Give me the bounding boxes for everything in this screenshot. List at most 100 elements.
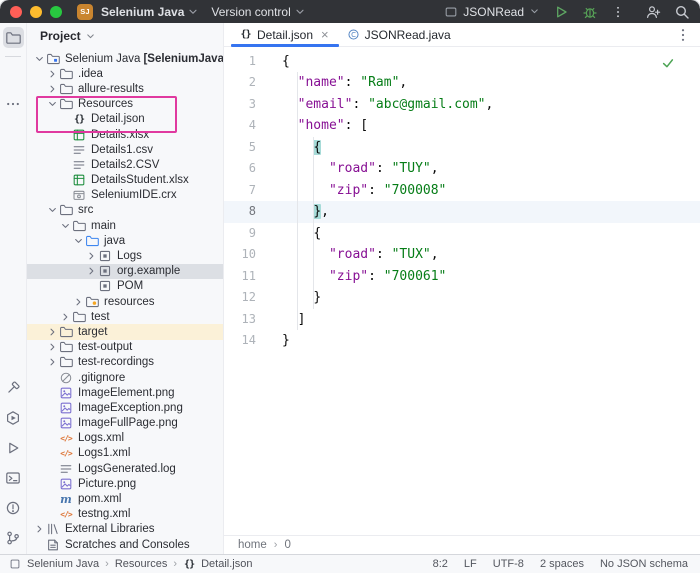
line-number[interactable]: 6 — [224, 158, 272, 180]
tab-detail-json[interactable]: {}Detail.json× — [231, 23, 339, 46]
line-number[interactable]: 3 — [224, 94, 272, 116]
project-menu[interactable]: Selenium Java — [101, 5, 199, 19]
code-line-6[interactable]: 6 "road": "TUY", — [224, 158, 700, 180]
tree-item-java[interactable]: java — [27, 233, 223, 248]
tree-item-detailsstudent-xlsx[interactable]: DetailsStudent.xlsx — [27, 173, 223, 188]
tree-item-test-output[interactable]: test-output — [27, 340, 223, 355]
problems-tool-button[interactable] — [3, 497, 24, 518]
project-panel-header[interactable]: Project — [27, 23, 223, 49]
statusbar-breadcrumb-resources[interactable]: Resources — [115, 558, 168, 570]
tree-item-test-recordings[interactable]: test-recordings — [27, 355, 223, 370]
close-window-button[interactable] — [10, 6, 22, 18]
run-button[interactable] — [553, 4, 569, 20]
statusbar-widget-utf-8[interactable]: UTF-8 — [493, 558, 524, 570]
project-tool-button[interactable] — [3, 27, 24, 48]
chevron-down-icon[interactable] — [46, 204, 59, 216]
code-line-9[interactable]: 9 { — [224, 223, 700, 245]
statusbar-widget-2-spaces[interactable]: 2 spaces — [540, 558, 584, 570]
statusbar-widget-no-json-schema[interactable]: No JSON schema — [600, 558, 688, 570]
tree-item-picture-png[interactable]: Picture.png — [27, 476, 223, 491]
code-line-12[interactable]: 12 } — [224, 287, 700, 309]
more-actions-button[interactable] — [611, 4, 625, 20]
tree-item-scratches-and-consoles[interactable]: Scratches and Consoles — [27, 537, 223, 552]
build-tool-button[interactable] — [3, 377, 24, 398]
code-line-7[interactable]: 7 "zip": "700008" — [224, 180, 700, 202]
line-number[interactable]: 1 — [224, 51, 272, 73]
tree-item-imageexception-png[interactable]: ImageException.png — [27, 400, 223, 415]
version-control-tool-button[interactable] — [3, 527, 24, 548]
chevron-right-icon[interactable] — [46, 356, 59, 368]
statusbar-widget-8-2[interactable]: 8:2 — [433, 558, 448, 570]
tree-item-src[interactable]: src — [27, 203, 223, 218]
line-number[interactable]: 11 — [224, 266, 272, 288]
tree-item-details1-csv[interactable]: Details1.csv — [27, 142, 223, 157]
editor-options-button[interactable] — [675, 27, 691, 43]
code-line-1[interactable]: 1{ — [224, 51, 700, 73]
tab-jsonread-java[interactable]: CJSONRead.java — [339, 23, 461, 46]
chevron-right-icon[interactable] — [59, 311, 72, 323]
line-number[interactable]: 4 — [224, 115, 272, 137]
tree-item-resources[interactable]: resources — [27, 294, 223, 309]
tree-item-main[interactable]: main — [27, 218, 223, 233]
code-with-me-button[interactable] — [645, 4, 661, 20]
inspections-ok-icon[interactable] — [661, 56, 675, 70]
close-tab-icon[interactable]: × — [321, 28, 329, 41]
chevron-right-icon[interactable] — [46, 326, 59, 338]
run-tool-button[interactable] — [3, 437, 24, 458]
services-tool-button[interactable] — [3, 407, 24, 428]
chevron-right-icon[interactable] — [72, 296, 85, 308]
code-line-4[interactable]: 4 "home": [ — [224, 115, 700, 137]
line-number[interactable]: 2 — [224, 72, 272, 94]
tree-item-org-example[interactable]: org.example — [27, 264, 223, 279]
structure-tool-button[interactable] — [3, 65, 24, 86]
tree-item-logs1-xml[interactable]: </>Logs1.xml — [27, 446, 223, 461]
breadcrumb-home[interactable]: home — [238, 539, 267, 551]
chevron-down-icon[interactable] — [59, 220, 72, 232]
tree-item-logs[interactable]: Logs — [27, 248, 223, 263]
chevron-right-icon[interactable] — [85, 250, 98, 262]
statusbar-widget-lf[interactable]: LF — [464, 558, 477, 570]
chevron-down-icon[interactable] — [72, 235, 85, 247]
breadcrumb-0[interactable]: 0 — [284, 539, 290, 551]
code-line-5[interactable]: 5 { — [224, 137, 700, 159]
line-number[interactable]: 13 — [224, 309, 272, 331]
tree-item-pom-xml[interactable]: mpom.xml — [27, 491, 223, 506]
chevron-right-icon[interactable] — [85, 265, 98, 277]
chevron-right-icon[interactable] — [33, 523, 46, 535]
line-number[interactable]: 5 — [224, 137, 272, 159]
line-number[interactable]: 12 — [224, 287, 272, 309]
line-number[interactable]: 7 — [224, 180, 272, 202]
statusbar-breadcrumb-detail-json[interactable]: Detail.json — [201, 558, 252, 570]
chevron-right-icon[interactable] — [46, 68, 59, 80]
code-line-3[interactable]: 3 "email": "abc@gmail.com", — [224, 94, 700, 116]
code-line-2[interactable]: 2 "name": "Ram", — [224, 72, 700, 94]
code-line-13[interactable]: 13 ] — [224, 309, 700, 331]
code-line-14[interactable]: 14} — [224, 330, 700, 352]
chevron-down-icon[interactable] — [33, 53, 46, 65]
code-editor[interactable]: 1{2 "name": "Ram",3 "email": "abc@gmail.… — [224, 47, 700, 535]
line-number[interactable]: 8 — [224, 201, 272, 223]
code-line-10[interactable]: 10 "road": "TUX", — [224, 244, 700, 266]
tree-item-imagefullpage-png[interactable]: ImageFullPage.png — [27, 416, 223, 431]
chevron-right-icon[interactable] — [46, 341, 59, 353]
tree-item-pom[interactable]: POM — [27, 279, 223, 294]
code-line-8[interactable]: 8 }, — [224, 201, 700, 223]
debug-button[interactable] — [582, 4, 598, 20]
tree-item-details-xlsx[interactable]: Details.xlsx — [27, 127, 223, 142]
line-number[interactable]: 10 — [224, 244, 272, 266]
terminal-tool-button[interactable] — [3, 467, 24, 488]
more-tool-windows-button[interactable] — [3, 93, 24, 114]
tree-item-gitignore[interactable]: .gitignore — [27, 370, 223, 385]
chevron-right-icon[interactable] — [46, 83, 59, 95]
tree-item-logs-xml[interactable]: </>Logs.xml — [27, 431, 223, 446]
tree-item-target[interactable]: target — [27, 324, 223, 339]
tree-item-logsgenerated-log[interactable]: LogsGenerated.log — [27, 461, 223, 476]
run-configuration-selector[interactable]: JSONRead — [444, 5, 540, 19]
tree-item-idea[interactable]: .idea — [27, 66, 223, 81]
tree-item-details2-csv[interactable]: Details2.CSV — [27, 157, 223, 172]
tree-item-detail-json[interactable]: {}Detail.json — [27, 112, 223, 127]
tree-item-seleniumide-crx[interactable]: SeleniumIDE.crx — [27, 188, 223, 203]
search-everywhere-button[interactable] — [674, 4, 690, 20]
tree-item-external-libraries[interactable]: External Libraries — [27, 522, 223, 537]
tree-item-testng-xml[interactable]: </>testng.xml — [27, 507, 223, 522]
